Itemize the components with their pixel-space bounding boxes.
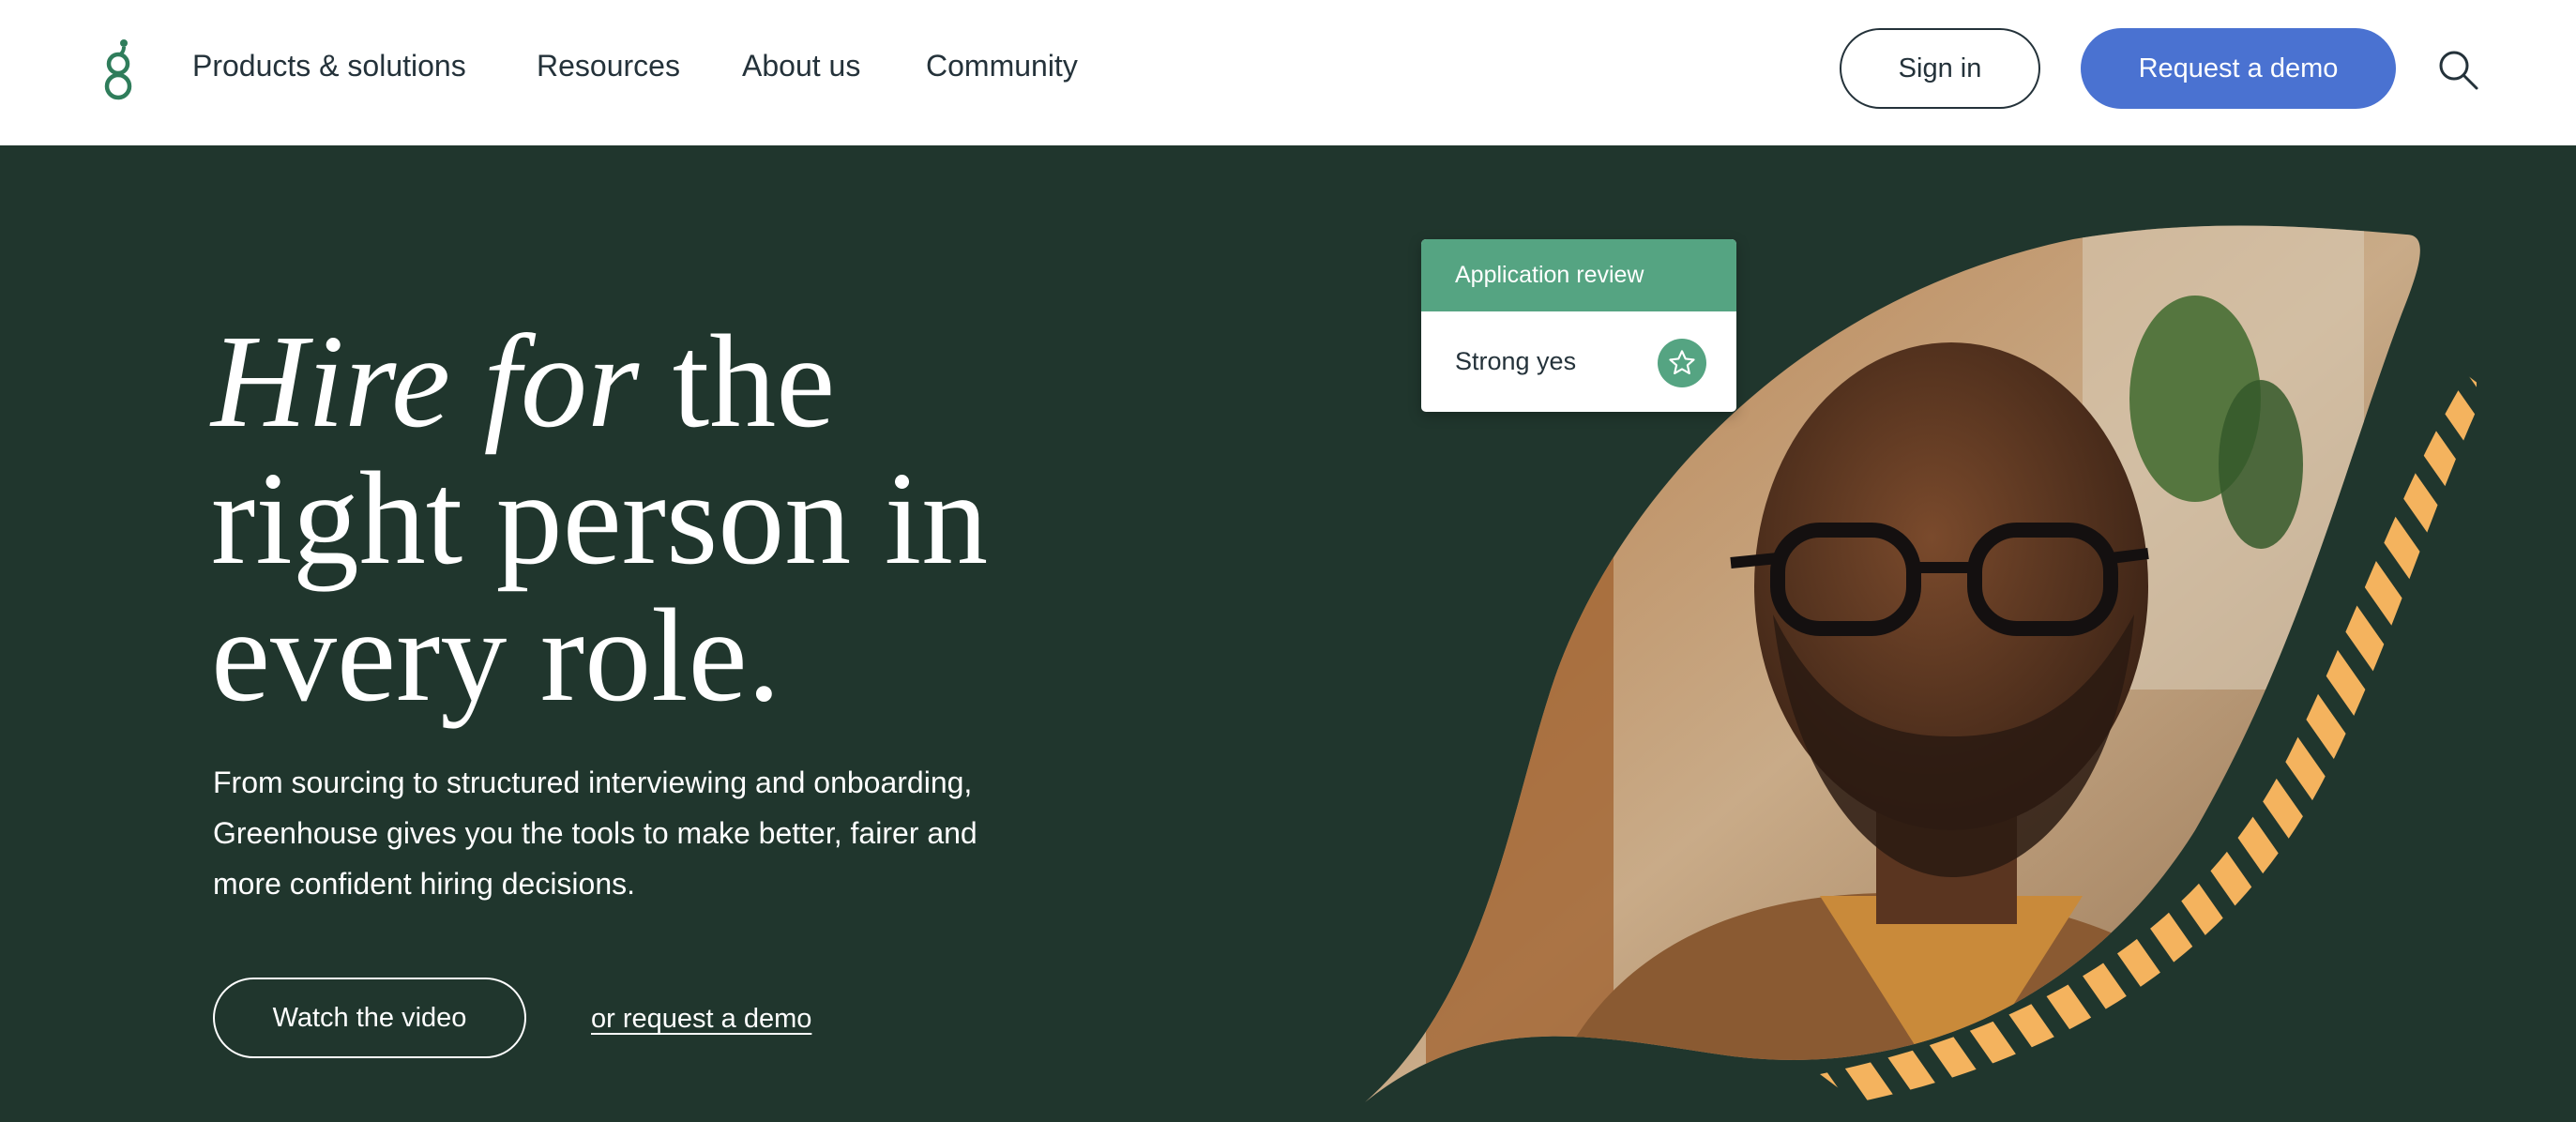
review-card-body: Strong yes: [1421, 311, 1736, 412]
star-icon: [1658, 339, 1706, 387]
headline-line-2: right person in: [211, 444, 989, 592]
search-icon[interactable]: [2435, 47, 2480, 92]
review-rating-label: Strong yes: [1455, 347, 1577, 375]
nav-community[interactable]: Community: [926, 45, 1078, 86]
review-card-title: Application review: [1421, 239, 1736, 311]
hero-description: From sourcing to structured interviewing…: [213, 766, 977, 901]
watch-video-button[interactable]: Watch the video: [213, 978, 526, 1058]
nav-resources[interactable]: Resources: [537, 45, 680, 86]
request-demo-button[interactable]: Request a demo: [2081, 28, 2396, 109]
hero-section: Hire for the right person in every role.…: [0, 145, 2576, 1122]
greenhouse-logo-icon[interactable]: [99, 38, 137, 103]
top-navigation: Products & solutions Resources About us …: [0, 0, 2576, 145]
request-demo-link[interactable]: or request a demo: [591, 1000, 811, 1038]
headline-line-3: every role.: [211, 581, 781, 729]
application-review-card: Application review Strong yes: [1421, 239, 1736, 412]
nav-products-solutions[interactable]: Products & solutions: [192, 45, 466, 86]
hero-headline: Hire for the right person in every role.: [211, 312, 1149, 723]
headline-italic: Hire for: [211, 307, 640, 455]
sign-in-button[interactable]: Sign in: [1840, 28, 2040, 109]
headline-rest-1: the: [639, 307, 836, 455]
nav-about-us[interactable]: About us: [742, 45, 860, 86]
